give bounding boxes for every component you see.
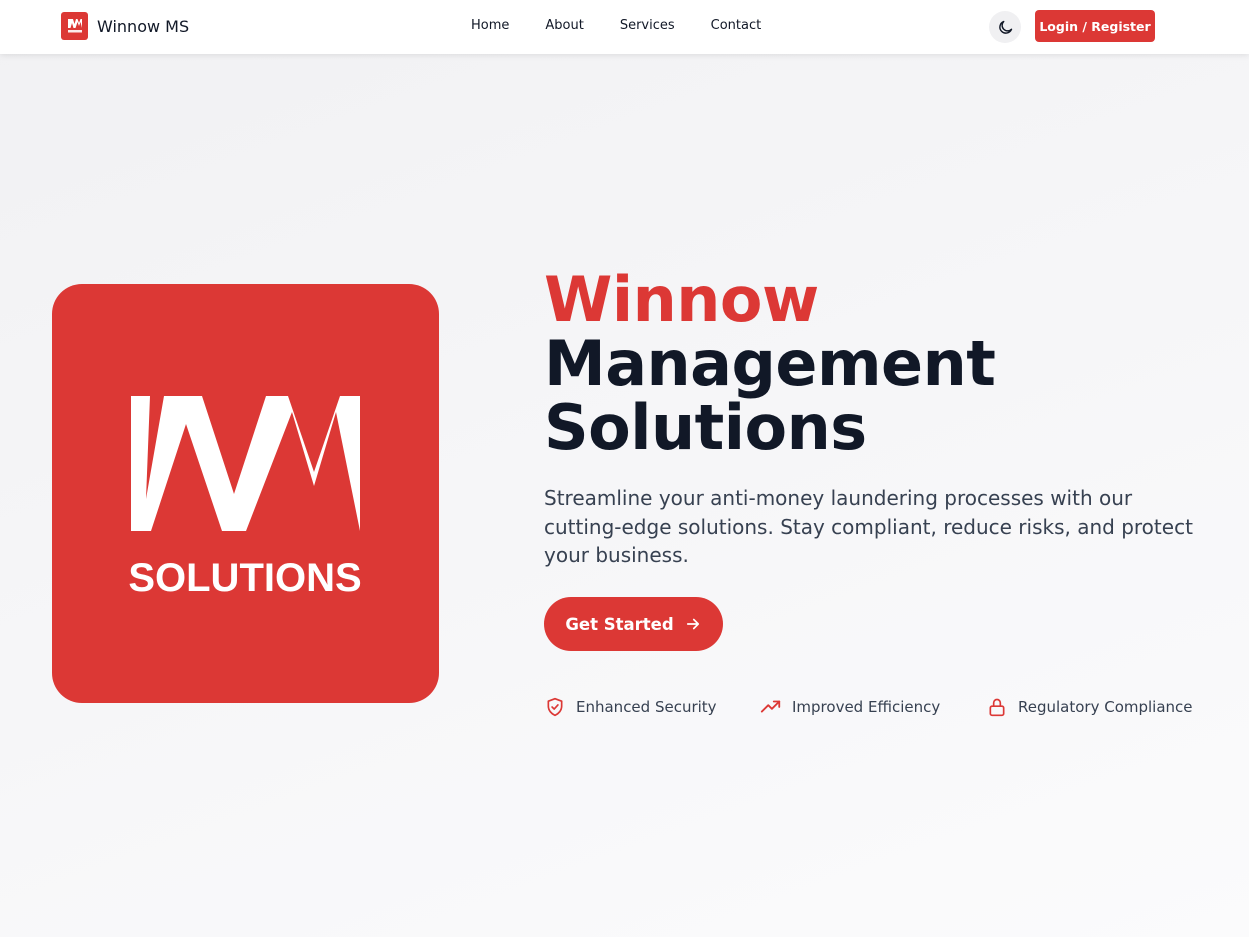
nav-services[interactable]: Services	[620, 18, 675, 33]
brand-name: Winnow MS	[97, 16, 190, 36]
feature-label: Improved Efficiency	[792, 698, 941, 716]
wm-logo-icon	[67, 19, 82, 33]
wm-solutions-logo: SOLUTIONS	[128, 396, 362, 600]
feature-item: Regulatory Compliance	[986, 696, 1193, 718]
hero-title: Winnow Management Solutions	[544, 263, 996, 464]
feature-label: Enhanced Security	[576, 698, 717, 716]
hero-logo-subtext: SOLUTIONS	[128, 556, 361, 600]
feature-item: Improved Efficiency	[760, 696, 986, 718]
trending-up-icon	[760, 696, 782, 718]
nav-home[interactable]: Home	[471, 18, 509, 33]
theme-toggle-button[interactable]	[989, 11, 1021, 43]
wm-mark-icon	[131, 396, 360, 531]
nav-contact[interactable]: Contact	[711, 18, 762, 33]
top-navbar: Winnow MS Home About Services Contact Lo…	[0, 0, 1249, 54]
get-started-button[interactable]: Get Started	[544, 597, 723, 651]
hero-logo: SOLUTIONS	[52, 284, 439, 703]
brand[interactable]: Winnow MS	[61, 12, 189, 40]
hero-title-line3: Solutions	[544, 391, 867, 464]
login-register-button[interactable]: Login / Register	[1035, 10, 1155, 42]
hero-description: Streamline your anti-money laundering pr…	[544, 486, 1193, 567]
arrow-right-icon	[684, 615, 702, 633]
main-nav: Home About Services Contact	[471, 18, 797, 33]
feature-item: Enhanced Security	[544, 696, 760, 718]
shield-check-icon	[544, 696, 566, 718]
feature-list: Enhanced Security Improved Efficiency Re…	[544, 696, 1193, 718]
hero-title-line1: Winnow	[544, 263, 819, 336]
nav-about[interactable]: About	[545, 18, 583, 33]
moon-icon	[998, 20, 1012, 34]
lock-icon	[986, 696, 1008, 718]
get-started-label: Get Started	[565, 614, 674, 634]
feature-label: Regulatory Compliance	[1018, 698, 1193, 716]
brand-logo	[61, 12, 88, 40]
hero-title-line2: Management	[544, 327, 996, 400]
